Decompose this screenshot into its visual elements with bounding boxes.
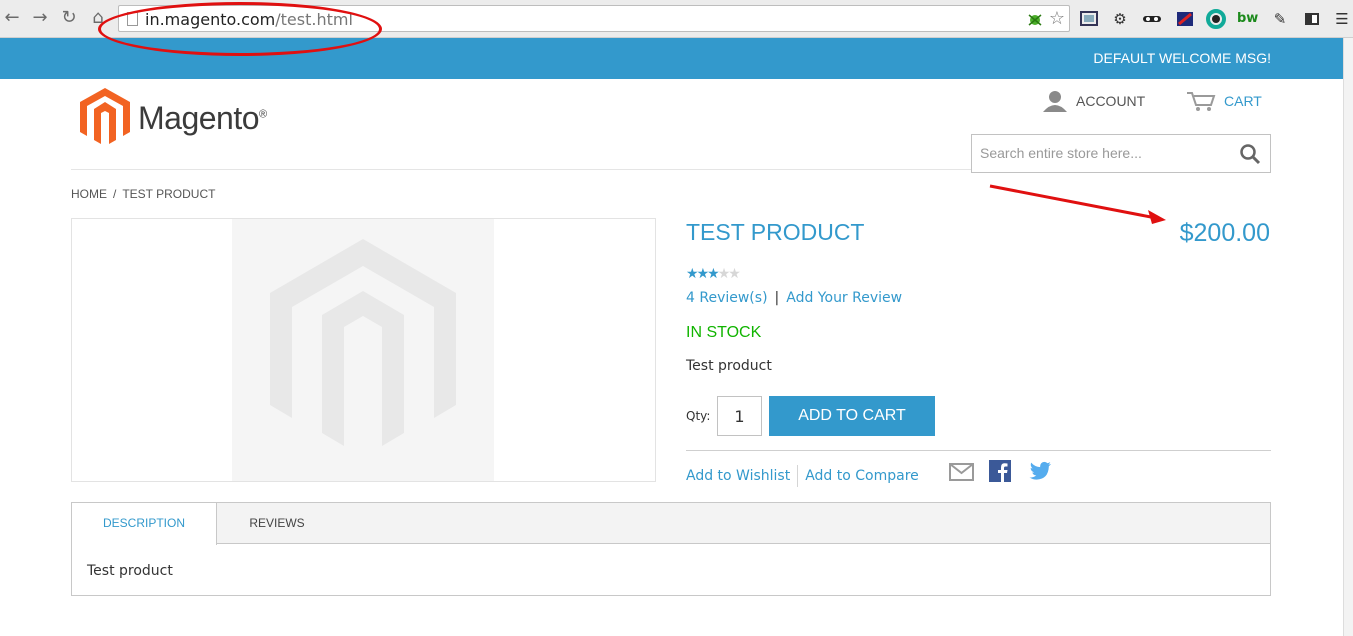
account-label: ACCOUNT <box>1076 93 1146 109</box>
add-to-cart-button[interactable]: ADD TO CART <box>769 396 935 436</box>
email-share-icon[interactable] <box>949 463 974 481</box>
logo-wordmark: Magento <box>138 100 260 136</box>
product-tabs: DESCRIPTION REVIEWS Test product <box>71 502 1271 596</box>
magento-logo-icon <box>80 88 130 144</box>
annotation-arrow <box>989 184 1166 224</box>
account-link[interactable]: ACCOUNT <box>1042 90 1145 112</box>
product-price: $200.00 <box>1179 219 1270 247</box>
star-empty-icon: ★ <box>728 266 740 282</box>
breadcrumb-home[interactable]: HOME <box>71 187 107 201</box>
breadcrumb-current: TEST PRODUCT <box>122 187 216 201</box>
back-icon[interactable]: ← <box>2 8 22 28</box>
settings-gear-icon[interactable]: ⚙ <box>1110 9 1130 29</box>
welcome-message: DEFAULT WELCOME MSG! <box>1093 50 1271 66</box>
screen-capture-icon[interactable] <box>1079 9 1099 29</box>
star-filled-icon: ★ <box>707 266 719 282</box>
tab-reviews[interactable]: REVIEWS <box>217 503 337 544</box>
star-empty-icon: ★ <box>717 266 730 282</box>
breadcrumb-separator: / <box>113 187 117 201</box>
cart-label: CART <box>1224 93 1262 109</box>
logo-text: Magento® <box>138 100 267 137</box>
color-wheel-icon[interactable] <box>1206 9 1226 29</box>
edit-extension-icon[interactable]: ✎ <box>1270 9 1290 29</box>
placeholder-logo-icon <box>270 239 456 446</box>
tab-strip: DESCRIPTION REVIEWS <box>72 503 1270 545</box>
actions-divider <box>686 450 1271 451</box>
reviews-count-link[interactable]: 4 Review(s) <box>686 290 768 306</box>
review-separator: | <box>774 290 780 306</box>
header-divider <box>71 169 971 170</box>
product-image[interactable] <box>71 218 656 482</box>
sidebar-extension-icon[interactable] <box>1302 9 1322 29</box>
star-filled-icon: ★ <box>686 266 698 282</box>
image-placeholder <box>232 219 494 481</box>
qty-label: Qty: <box>686 409 711 423</box>
tab-description[interactable]: DESCRIPTION <box>72 503 217 545</box>
search-box <box>971 134 1271 173</box>
cart-icon <box>1187 92 1216 111</box>
facebook-share-icon[interactable] <box>989 460 1011 482</box>
add-to-wishlist-link[interactable]: Add to Wishlist <box>686 468 790 484</box>
stock-status: IN STOCK <box>686 324 762 341</box>
search-input[interactable] <box>980 145 1230 161</box>
product-actions: Add to Wishlist Add to Compare <box>686 465 919 487</box>
cart-link[interactable]: CART <box>1186 90 1262 112</box>
reload-icon[interactable]: ↻ <box>59 8 79 28</box>
forward-icon[interactable]: → <box>30 8 50 28</box>
scrollbar[interactable] <box>1343 38 1353 636</box>
bug-extension-icon[interactable] <box>1027 11 1043 27</box>
add-to-compare-link[interactable]: Add to Compare <box>805 468 919 484</box>
flag-extension-icon[interactable] <box>1175 9 1195 29</box>
review-links: 4 Review(s) | Add Your Review <box>686 290 902 306</box>
logo-registered-mark: ® <box>259 108 267 121</box>
twitter-share-icon[interactable] <box>1029 461 1052 481</box>
qty-input[interactable] <box>717 396 762 436</box>
annotation-ellipse <box>98 2 382 56</box>
breadcrumb: HOME / TEST PRODUCT <box>71 187 215 201</box>
short-description: Test product <box>686 358 772 374</box>
tab-content-description: Test product <box>87 563 173 579</box>
search-icon[interactable] <box>1239 143 1261 165</box>
product-title: TEST PRODUCT <box>686 219 865 245</box>
add-review-link[interactable]: Add Your Review <box>786 290 902 306</box>
account-user-icon <box>1043 91 1067 112</box>
store-logo[interactable]: Magento® <box>80 88 290 148</box>
bw-extension-icon[interactable]: bw <box>1237 9 1258 29</box>
star-filled-icon: ★ <box>696 266 709 282</box>
mask-extension-icon[interactable] <box>1142 9 1162 29</box>
actions-separator <box>797 465 799 487</box>
bookmark-star-icon[interactable]: ☆ <box>1049 8 1065 29</box>
menu-icon[interactable]: ☰ <box>1332 9 1352 29</box>
rating-stars: ★★★★★ <box>686 266 741 282</box>
